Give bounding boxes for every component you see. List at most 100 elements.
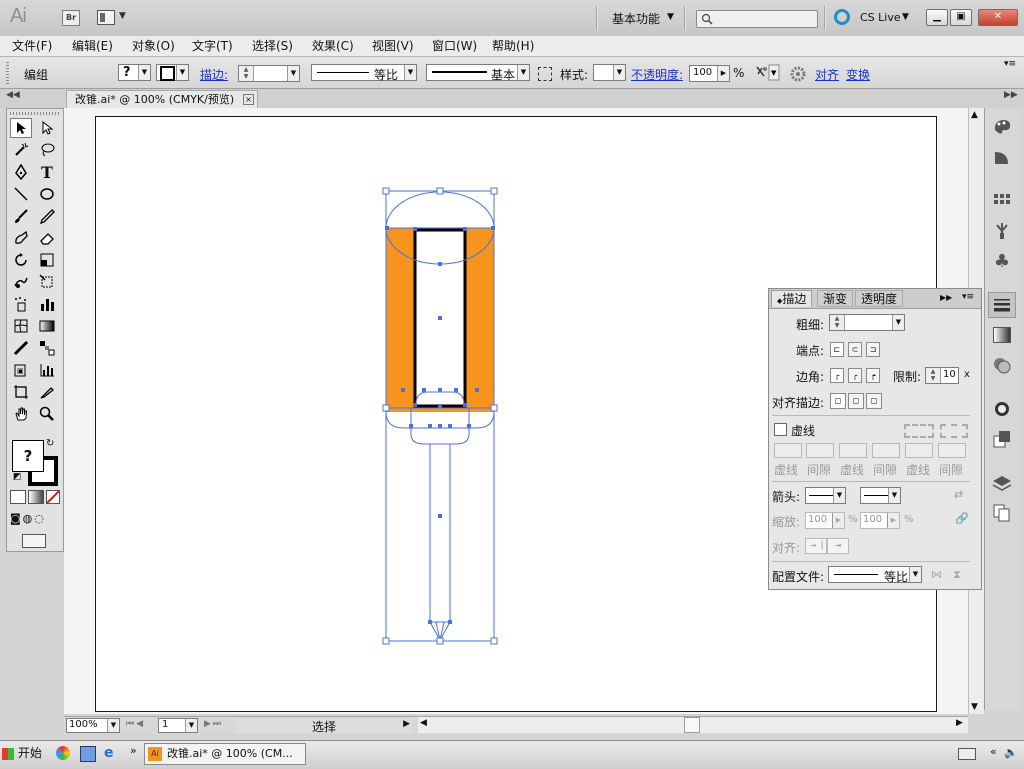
eraser-icon[interactable] [36, 228, 58, 248]
stroke-selector[interactable]: ▼ [156, 64, 189, 81]
symbol-sprayer-icon[interactable] [10, 294, 32, 314]
slice-icon[interactable]: ▣ [10, 360, 32, 380]
swap-fill-stroke-icon[interactable]: ↻ [46, 438, 54, 449]
hand-icon[interactable] [10, 404, 32, 424]
transparency-panel-icon[interactable] [988, 352, 1016, 378]
artboards-icon[interactable] [988, 500, 1016, 526]
panel-grip[interactable] [6, 62, 9, 84]
zoom-select[interactable]: 100% ▼ [66, 718, 120, 733]
warp-icon[interactable] [10, 272, 32, 292]
eyedropper-icon[interactable] [10, 338, 32, 358]
scroll-thumb[interactable] [684, 717, 700, 733]
opacity-link[interactable]: 不透明度: [631, 66, 683, 83]
width-profile-select[interactable]: 等比 ▼ [828, 566, 922, 584]
gradient-icon[interactable] [36, 316, 58, 336]
fill-selector[interactable]: ? ▼ [118, 64, 151, 81]
dash-2-input[interactable] [839, 443, 867, 458]
direct-select-icon[interactable] [36, 118, 58, 138]
end-arrowhead-select[interactable]: ▼ [860, 487, 901, 504]
swap-arrowheads-icon[interactable]: ⇄ [954, 488, 963, 501]
chevron-down-icon[interactable]: ▼ [902, 12, 909, 22]
magic-wand-icon[interactable] [10, 140, 32, 160]
brush-definition[interactable]: 基本 ▼ [426, 64, 530, 82]
tab-gradient[interactable]: 渐变 [817, 290, 854, 307]
menu-file[interactable]: 文件(F) [12, 37, 52, 54]
dash-1-input[interactable] [774, 443, 802, 458]
link-scale-icon[interactable]: 🔗 [955, 512, 969, 525]
scroll-left-icon[interactable]: ◀ [420, 718, 427, 728]
artboard-number-input[interactable]: 1 ▼ [158, 718, 198, 733]
tab-transparency[interactable]: 透明度 [855, 290, 904, 307]
dash-3-input[interactable] [905, 443, 933, 458]
start-button[interactable]: 开始 [2, 742, 50, 764]
collapse-tools-icon[interactable]: ◀◀ [6, 90, 20, 100]
menu-object[interactable]: 对象(O) [132, 37, 175, 54]
scroll-right-icon[interactable]: ▶ [956, 718, 963, 728]
menu-edit[interactable]: 编辑(E) [72, 37, 113, 54]
chevron-down-icon[interactable]: ▼ [119, 11, 126, 21]
color-panel-icon[interactable] [988, 114, 1016, 140]
menu-effect[interactable]: 效果(C) [312, 37, 354, 54]
arrow-tip-extend-button[interactable]: →▕ [805, 538, 827, 554]
search-input[interactable] [696, 10, 818, 28]
start-scale-input[interactable]: 100 ▶ [805, 512, 845, 529]
graph-icon[interactable] [36, 294, 58, 314]
knife-icon[interactable] [36, 382, 58, 402]
type-icon[interactable]: T [36, 162, 58, 182]
status-menu[interactable]: 选择 ▶ [236, 718, 412, 734]
rotate-icon[interactable] [10, 250, 32, 270]
lasso-icon[interactable] [36, 140, 58, 160]
gradient-mode-icon[interactable] [28, 490, 44, 504]
workspace-switcher[interactable]: 基本功能 [612, 10, 660, 27]
appearance-panel-icon[interactable] [988, 396, 1016, 422]
swatches-icon[interactable] [988, 188, 1016, 214]
menu-window[interactable]: 窗口(W) [432, 37, 477, 54]
arrange-documents-icon[interactable] [97, 10, 115, 25]
recolor-artwork-icon[interactable]: ▼ [754, 64, 780, 84]
zoom-icon[interactable] [36, 404, 58, 424]
transform-link[interactable]: 变换 [846, 66, 870, 83]
free-transform-icon[interactable] [36, 272, 58, 292]
graphic-style-selector[interactable]: ▼ [593, 64, 626, 81]
align-inside-button[interactable]: ◻ [848, 393, 864, 409]
stepper-icon[interactable]: ▲ ▼ [926, 368, 941, 383]
miter-join-button[interactable]: ┌ [830, 368, 844, 383]
screen-mode-icon[interactable] [22, 534, 46, 548]
stepper-icon[interactable]: ▲ ▼ [239, 66, 254, 81]
menu-select[interactable]: 选择(S) [252, 37, 293, 54]
none-mode-icon[interactable] [46, 490, 60, 504]
stroke-weight-field[interactable]: ▲ ▼ ▼ [829, 314, 905, 331]
speaker-icon[interactable]: 🔈 [1004, 746, 1018, 759]
scroll-down-icon[interactable]: ▼ [971, 702, 978, 712]
menu-view[interactable]: 视图(V) [372, 37, 414, 54]
line-icon[interactable] [10, 184, 32, 204]
arrow-tip-place-button[interactable]: ⇥ [827, 538, 849, 554]
chevron-down-icon[interactable]: ▼ [667, 12, 674, 22]
pen-icon[interactable] [10, 162, 32, 182]
minimize-button[interactable]: ▁ [926, 9, 948, 26]
panel-menu-icon[interactable]: ▾≡ [1004, 59, 1016, 69]
restore-button[interactable]: ▣ [950, 9, 972, 26]
brush-icon[interactable] [10, 206, 32, 226]
gap-1-input[interactable] [806, 443, 834, 458]
bevel-join-button[interactable]: ┍ [866, 368, 880, 383]
draw-mode-icons[interactable]: ◙◍◌ [10, 512, 58, 526]
stroke-panel-icon[interactable] [988, 292, 1016, 318]
default-colors-icon[interactable]: ◩ [13, 472, 22, 482]
ellipse-icon[interactable] [36, 184, 58, 204]
graphic-styles-icon[interactable] [988, 426, 1016, 452]
stroke-link[interactable]: 描边: [200, 66, 228, 83]
close-tab-button[interactable]: × [243, 94, 254, 105]
dash-preserve-icon[interactable] [904, 424, 934, 438]
color-guide-icon[interactable] [988, 144, 1016, 170]
menu-help[interactable]: 帮助(H) [492, 37, 534, 54]
tab-stroke[interactable]: ◆描边 [771, 290, 813, 307]
browser-icon[interactable] [56, 746, 70, 760]
gradient-panel-icon[interactable] [988, 322, 1016, 348]
artboard-icon[interactable] [10, 382, 32, 402]
horizontal-scrollbar[interactable]: ◀ ▶ [418, 717, 968, 733]
layers-icon[interactable] [988, 470, 1016, 496]
projecting-cap-button[interactable]: ⊐ [866, 342, 880, 357]
miter-limit-input[interactable]: ▲ ▼ 10 [925, 367, 959, 384]
align-outside-button[interactable]: ◻ [866, 393, 882, 409]
